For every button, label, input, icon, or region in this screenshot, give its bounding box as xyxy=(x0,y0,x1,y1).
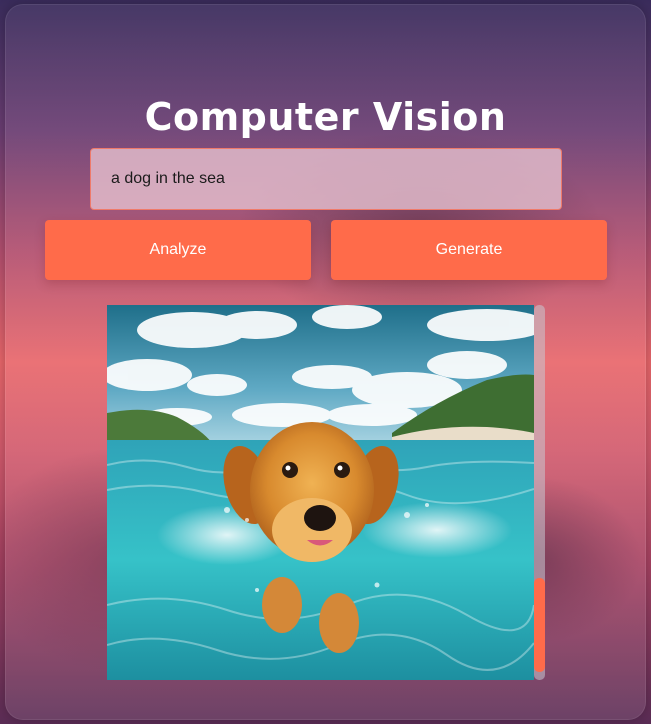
page-title: Computer Vision xyxy=(144,95,507,140)
generated-image xyxy=(107,305,534,680)
analyze-button[interactable]: Analyze xyxy=(45,220,311,280)
generate-button[interactable]: Generate xyxy=(331,220,607,280)
dog-in-sea-image xyxy=(107,305,534,680)
image-scrollbar-thumb[interactable] xyxy=(534,578,545,672)
prompt-input[interactable] xyxy=(90,148,562,210)
